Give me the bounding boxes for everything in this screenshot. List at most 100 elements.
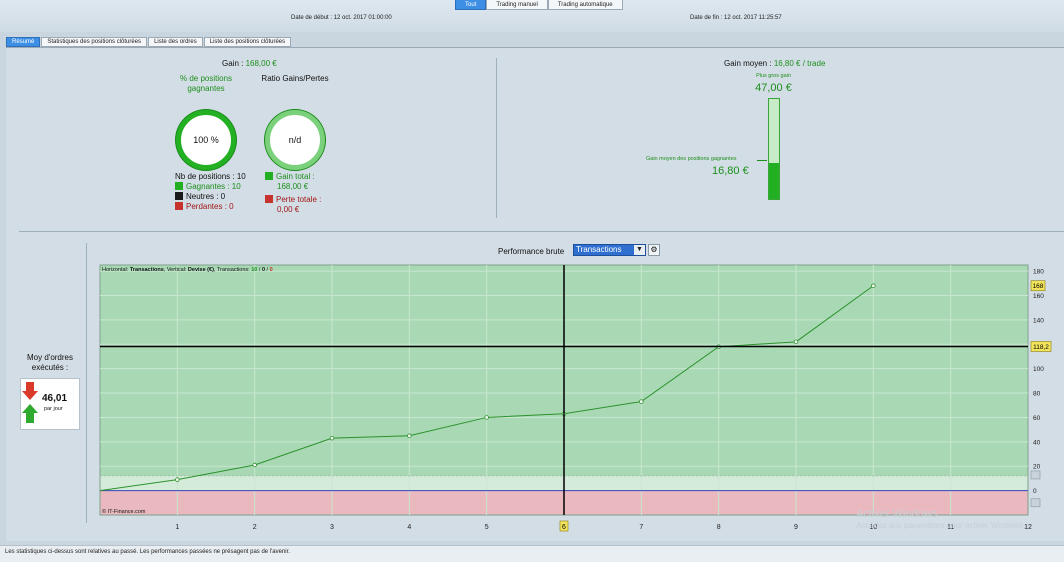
gauge-fill xyxy=(769,163,779,199)
ratio-ring: n/d xyxy=(265,110,325,170)
y-tick-label: 180 xyxy=(1033,269,1044,276)
crosshair-y-label: 118,2 xyxy=(1033,344,1049,351)
legend-perdantes: Perdantes : 0 xyxy=(175,202,246,212)
x-tick-label: 5 xyxy=(485,524,489,531)
avg-gain-label: Gain moyen des positions gagnantes xyxy=(646,156,737,162)
chart-info-part: , Vertical: xyxy=(164,267,188,273)
x-tick-label: 4 xyxy=(407,524,411,531)
data-point xyxy=(639,399,644,404)
x-tick-label: 3 xyxy=(330,524,334,531)
perdantes-text: Perdantes : 0 xyxy=(186,202,234,211)
chart-info-part: Devise (€) xyxy=(188,267,214,273)
avg-orders-box: 46,01 par jour xyxy=(20,378,80,430)
tab-trading-manuel[interactable]: Trading manuel xyxy=(486,0,548,10)
green-swatch xyxy=(175,182,183,190)
data-point xyxy=(793,339,799,345)
y-tick-label: 100 xyxy=(1033,366,1044,373)
plus-gros-label: Plus gros gain xyxy=(756,73,791,79)
up-down-arrows-icon xyxy=(22,382,38,423)
chart-info-part: 0 xyxy=(270,267,273,273)
last-value-label: 168 xyxy=(1033,283,1044,290)
chart-info-part: Horizontal: xyxy=(102,267,130,273)
y-tick-label: 140 xyxy=(1033,317,1044,324)
watermark-sub: Accédez aux paramètres pour activer Wind… xyxy=(856,521,1026,530)
gain-moyen: Gain moyen : 16,80 € / trade xyxy=(724,59,825,68)
horizontal-divider xyxy=(19,231,1064,232)
mode-tabs: Tout Trading manuel Trading automatique xyxy=(455,0,623,10)
gain-moyen-label: Gain moyen : xyxy=(724,59,772,68)
chevron-down-icon: ▼ xyxy=(634,245,645,255)
ratio-value: n/d xyxy=(288,135,302,145)
green-swatch xyxy=(265,172,273,180)
pct-winning-label: % de positions gagnantes xyxy=(179,74,233,93)
tab-liste-ordres[interactable]: Liste des ordres xyxy=(148,37,203,47)
start-date: Date de début : 12 oct. 2017 01:00:00 xyxy=(291,15,392,21)
gain-gauge xyxy=(768,98,780,200)
sub-tabs: Résumé Statistiques des positions clôtur… xyxy=(6,37,292,47)
legend-neutres: Neutres : 0 xyxy=(175,192,246,202)
tab-stats-positions[interactable]: Statistiques des positions clôturées xyxy=(41,37,148,47)
end-date: Date de fin : 12 oct. 2017 11:25:57 xyxy=(690,15,782,21)
gain-moyen-value: 16,80 € / trade xyxy=(773,59,826,68)
pct-winning-value: 100 % xyxy=(193,135,219,145)
chart-left-divider xyxy=(86,243,87,523)
settings-icon[interactable]: ⚙ xyxy=(648,244,660,256)
chart-mode-dropdown[interactable]: Transactions ▼ xyxy=(573,244,646,256)
copyright-label: © IT-Finance.com xyxy=(102,508,146,515)
data-point xyxy=(407,433,412,438)
black-swatch xyxy=(175,192,183,200)
gain-total: Gain total : xyxy=(265,172,321,182)
data-point xyxy=(175,477,180,482)
performance-chart[interactable]: 123456789101112180160140120100806040200 … xyxy=(96,262,1064,532)
footer-disclaimer: Les statistiques ci-dessus sont relative… xyxy=(0,545,1064,562)
y-tick-label: 20 xyxy=(1033,464,1041,471)
perte-totale-label: Perte totale : xyxy=(276,195,322,204)
neutres-text: Neutres : 0 xyxy=(186,192,226,201)
y-tick-label: 80 xyxy=(1033,391,1041,398)
x-tick-label: 2 xyxy=(253,524,257,531)
zoom-up-button xyxy=(1030,470,1041,480)
tab-resume[interactable]: Résumé xyxy=(6,37,41,47)
gain-total-label: Gain total : xyxy=(276,172,315,181)
gain-value: 168,00 € xyxy=(245,59,277,68)
tab-liste-positions[interactable]: Liste des positions clôturées xyxy=(203,37,292,47)
x-tick-label: 8 xyxy=(717,524,721,531)
ratio-label: Ratio Gains/Pertes xyxy=(261,74,329,83)
chart-info-label: Horizontal: Transactions, Vertical: Devi… xyxy=(102,267,273,273)
gain-total-value: 168,00 € xyxy=(277,182,309,191)
avg-orders-unit: par jour xyxy=(44,406,63,412)
legend-gagnantes: Gagnantes : 10 xyxy=(175,182,246,192)
zoom-down-button xyxy=(1030,498,1041,508)
y-tick-label: 160 xyxy=(1033,293,1044,300)
data-point xyxy=(329,435,335,441)
x-tick-label: 7 xyxy=(639,524,643,531)
nb-positions: Nb de positions : 10 xyxy=(175,172,246,181)
data-point xyxy=(871,283,876,288)
gain-label: Gain : xyxy=(222,59,244,68)
data-point xyxy=(484,415,489,420)
y-tick-label: 60 xyxy=(1033,415,1041,422)
x-tick-label: 1 xyxy=(175,524,179,531)
red-swatch xyxy=(175,202,183,210)
avg-orders-title: Moy d'ordres exécutés : xyxy=(27,353,73,372)
red-swatch xyxy=(265,195,273,203)
gain-summary: Gain : 168,00 € xyxy=(222,59,277,68)
chart-title: Performance brute xyxy=(498,247,565,256)
y-tick-label: 0 xyxy=(1033,488,1037,495)
plus-gros-value: 47,00 € xyxy=(755,82,792,94)
chart-info-part: Transactions xyxy=(130,267,164,273)
totals-legend: Gain total : 168,00 € Perte totale : 0,0… xyxy=(265,172,321,215)
dropdown-value: Transactions xyxy=(576,245,622,254)
chart-info-part: , Transactions: xyxy=(214,267,251,273)
avg-pointer xyxy=(757,160,767,161)
tab-tout[interactable]: Tout xyxy=(455,0,487,10)
tab-trading-automatique[interactable]: Trading automatique xyxy=(547,0,623,10)
watermark-title: Activer Windows xyxy=(856,508,938,520)
x-tick-label: 9 xyxy=(794,524,798,531)
data-point xyxy=(252,462,257,468)
top-bar: Tout Trading manuel Trading automatique … xyxy=(0,0,1064,32)
avg-gain-value: 16,80 € xyxy=(712,165,749,177)
pct-winning-ring: 100 % xyxy=(176,110,236,170)
crosshair-x-label: 6 xyxy=(562,524,566,531)
vertical-divider xyxy=(496,58,497,218)
